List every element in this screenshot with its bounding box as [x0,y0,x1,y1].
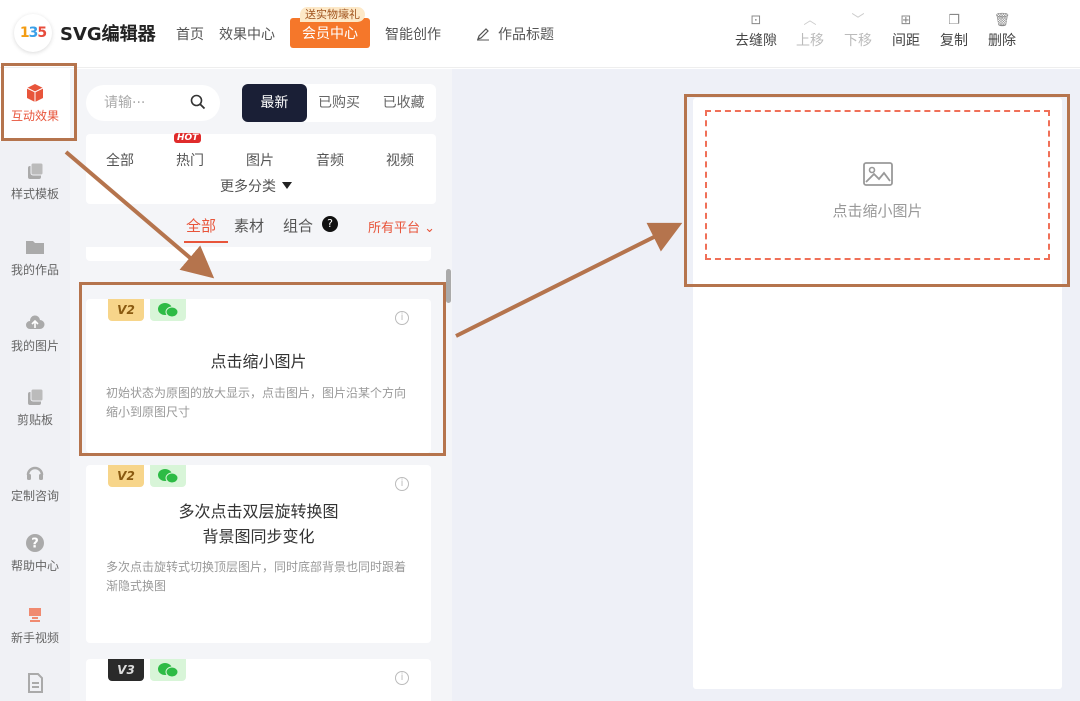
clipboard-icon [28,388,44,405]
search-placeholder: 请输··· [104,95,146,111]
sidebar-label: 我的图片 [10,339,59,353]
info-icon[interactable]: i [395,671,409,685]
svg-text:?: ? [31,537,39,552]
folder-icon [26,241,44,254]
remove-gap-button[interactable]: ⊡ 去缝隙 [732,12,780,50]
cloud-upload-icon [26,315,45,329]
spacing-icon: ⊞ [900,13,912,28]
filter-combination[interactable]: 组合 [283,215,313,236]
panel-scrollbar[interactable] [446,269,451,303]
caret-down-icon [282,182,292,189]
nav-effects-center[interactable]: 效果中心 [219,24,275,44]
arrow-up-icon: ︿ [803,13,817,28]
copy-icon: ❐ [948,13,960,28]
nav-ai-create[interactable]: 智能创作 [385,24,441,44]
tab-latest[interactable]: 最新 [242,84,307,122]
sidebar-label: 定制咨询 [10,489,59,503]
type-filter: 全部 素材 组合 ? 所有平台 ⌄ [86,215,436,243]
headset-icon [26,466,44,480]
copy-button[interactable]: ❐ 复制 [930,12,978,50]
document-icon [28,673,43,693]
help-mark-icon[interactable]: ? [322,216,338,232]
category-box: 全部 热门 HOT 图片 音频 视频 更多分类 [86,133,436,204]
sidebar-item-document[interactable] [0,673,70,697]
card-description: 多次点击旋转式切换顶层图片，同时底部背景也同时跟着渐隐式换图 [106,560,407,593]
sidebar-item-beginner-video[interactable]: 新手视频 [0,605,70,646]
version-badge: V2 [108,465,144,487]
card-subtitle: 背景图同步变化 [202,527,315,546]
platform-label: 所有平台 [368,221,421,236]
category-video[interactable]: 视频 [386,150,414,170]
move-up-button[interactable]: ︿ 上移 [786,12,834,50]
brand-title: SVG编辑器 [60,24,156,45]
category-audio[interactable]: 音频 [316,150,344,170]
top-bar: 135 SVG编辑器 首页 效果中心 会员中心 送实物壕礼 智能创作 作品标题 … [0,0,1080,68]
sidebar-label: 新手视频 [10,631,59,645]
sidebar-label: 帮助中心 [10,559,59,573]
sidebar-item-my-images[interactable]: 我的图片 [0,313,70,354]
pencil-icon [477,28,489,41]
hot-badge: HOT [174,133,202,143]
category-images[interactable]: 图片 [246,150,274,170]
delete-button[interactable]: 🗑 删除 [978,12,1026,50]
filter-material[interactable]: 素材 [234,215,264,236]
more-categories-label: 更多分类 [220,179,276,195]
sidebar-label: 样式模板 [10,187,59,201]
sidebar-item-clipboard[interactable]: 剪贴板 [0,387,70,428]
list-item[interactable]: V3 i [86,659,431,701]
highlight-box-canvas [684,94,1070,287]
remove-gap-label: 去缝隙 [735,33,777,49]
left-sidebar: 互动效果 样式模板 我的作品 我的图片 剪贴板 定制咨询 ? 帮助中心 新手视频 [0,69,70,701]
sort-segment: 最新 已购买 已收藏 [242,84,436,122]
wechat-icon [150,659,186,681]
move-up-label: 上移 [796,33,824,49]
version-badge: V3 [108,659,144,681]
spacing-button[interactable]: ⊞ 间距 [882,12,930,50]
template-icon [28,162,44,179]
work-title-label: 作品标题 [498,27,554,43]
move-down-button[interactable]: ﹀ 下移 [834,12,882,50]
trash-icon: 🗑 [993,13,1011,28]
tab-purchased[interactable]: 已购买 [307,84,372,122]
grid-icon: ⊡ [750,13,762,28]
arrow-down-icon: ﹀ [851,13,865,28]
search-icon[interactable] [190,94,206,110]
card-title: 多次点击双层旋转换图 [178,502,339,521]
info-icon[interactable]: i [395,477,409,491]
sidebar-item-my-works[interactable]: 我的作品 [0,237,70,278]
more-categories-button[interactable]: 更多分类 [220,176,292,196]
sidebar-item-style-templates[interactable]: 样式模板 [0,161,70,202]
tab-favorited[interactable]: 已收藏 [371,84,436,122]
sidebar-item-help-center[interactable]: ? 帮助中心 [0,533,70,574]
sidebar-label: 我的作品 [10,263,59,277]
sidebar-item-custom-consult[interactable]: 定制咨询 [0,463,70,504]
vip-center-button[interactable]: 会员中心 [290,18,370,48]
search-input[interactable]: 请输··· [86,85,220,121]
copy-label: 复制 [940,33,968,49]
list-item[interactable] [86,247,431,261]
move-down-label: 下移 [844,33,872,49]
category-hot[interactable]: 热门 [176,150,204,170]
spacing-label: 间距 [892,33,920,49]
highlight-box-sidebar [1,63,77,141]
video-icon [29,608,41,622]
vip-gift-tag: 送实物壕礼 [300,7,365,22]
platform-dropdown[interactable]: 所有平台 ⌄ [368,217,435,236]
list-item[interactable]: V2 i 多次点击双层旋转换图 背景图同步变化 多次点击旋转式切换顶层图片，同时… [86,465,431,643]
highlight-box-card [79,282,446,456]
wechat-icon [150,465,186,487]
help-icon: ? [26,534,44,552]
filter-all[interactable]: 全部 [186,215,216,236]
active-filter-underline [184,241,228,243]
nav-home[interactable]: 首页 [176,24,204,44]
work-title-edit[interactable]: 作品标题 [476,24,554,44]
delete-label: 删除 [988,33,1016,49]
sidebar-label: 剪贴板 [16,413,53,427]
logo[interactable]: 135 [14,14,52,52]
category-all[interactable]: 全部 [106,150,134,170]
